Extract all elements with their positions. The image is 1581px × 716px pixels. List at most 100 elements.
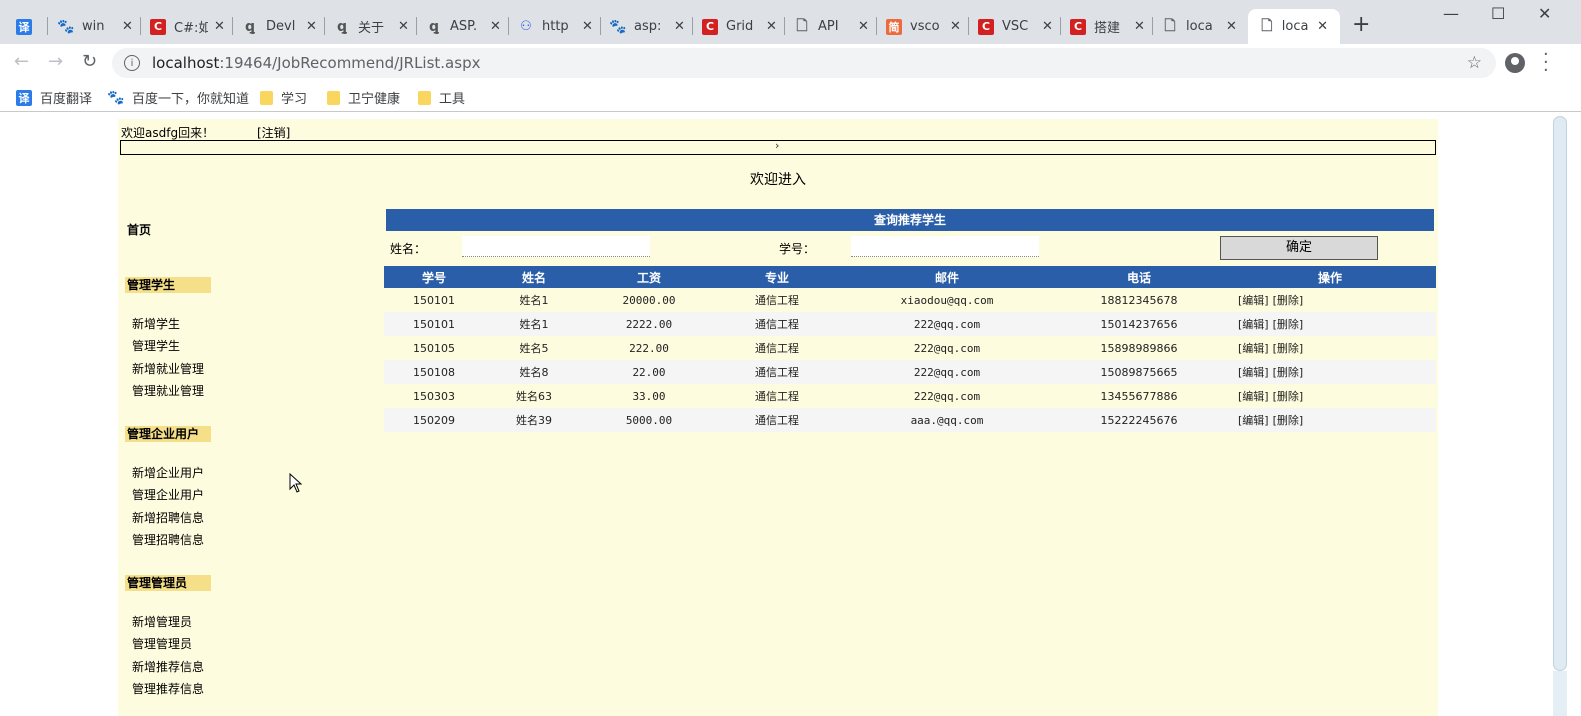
logout-link[interactable]: [注销] [257,124,290,141]
close-tab-icon[interactable]: ✕ [766,19,777,34]
cell-id: 150101 [384,288,484,312]
sidebar-item[interactable]: 管理推荐信息 [132,680,204,697]
account-icon[interactable] [1505,53,1525,73]
sidebar-item[interactable]: 新增学生 [132,315,180,332]
menu-kebab-icon[interactable]: · · · [1543,46,1549,80]
cell-email: 222@qq.com [840,312,1054,336]
edit-link[interactable]: [编辑] [1238,366,1269,379]
sidebar-item[interactable]: 管理招聘信息 [132,531,204,548]
page-container: 欢迎asdfg回来！ [注销] › 欢迎进入 首页 管理学生 新增学生 管理学生 新增… [118,119,1438,716]
forward-button[interactable]: → [48,51,63,72]
browser-tab[interactable]: 简 vsco ✕ [886,9,969,44]
site-info-icon[interactable]: i [124,55,140,71]
maximize-button[interactable]: ☐ [1491,4,1505,23]
edit-link[interactable]: [编辑] [1238,294,1269,307]
browser-tab[interactable]: ꝗ Devl ✕ [242,9,325,44]
delete-link[interactable]: [删除] [1273,390,1304,403]
browser-tab[interactable]: C VSC ✕ [978,9,1061,44]
delete-link[interactable]: [删除] [1273,318,1304,331]
name-input[interactable] [462,236,650,257]
cell-actions: [编辑] [删除] [1224,336,1436,360]
address-bar[interactable]: i localhost:19464/JobRecommend/JRList.as… [112,48,1496,78]
tab-separator [47,17,48,35]
sidebar-item[interactable]: 管理管理员 [132,635,192,652]
collapse-bar[interactable]: › [120,139,1436,155]
sidebar-item[interactable]: 新增管理员 [132,613,192,630]
sidebar-group-title: 管理管理员 [125,575,211,591]
bookmark-item[interactable]: 工具 [418,88,465,107]
delete-link[interactable]: [删除] [1273,366,1304,379]
cell-major: 通信工程 [714,312,840,336]
close-tab-icon[interactable]: ✕ [950,19,961,34]
close-tab-icon[interactable]: ✕ [1042,19,1053,34]
browser-tab[interactable]: 🐾 asp: ✕ [609,9,693,44]
bookmark-item[interactable]: 卫宁健康 [327,88,400,107]
delete-link[interactable]: [删除] [1273,342,1304,355]
vertical-scrollbar[interactable] [1553,116,1567,671]
new-tab-button[interactable]: + [1352,12,1370,37]
sidebar-item[interactable]: 管理就业管理 [132,382,204,399]
tab-separator [875,17,877,35]
delete-link[interactable]: [删除] [1273,414,1304,427]
reload-button[interactable]: ↻ [82,51,97,72]
sidebar-item[interactable]: 新增就业管理 [132,360,204,377]
close-tab-icon[interactable]: ✕ [858,19,869,34]
close-tab-icon[interactable]: ✕ [122,19,133,34]
cell-major: 通信工程 [714,408,840,432]
student-id-input[interactable] [851,236,1039,257]
browser-tab[interactable]: ꝗ ASP. ✕ [426,9,509,44]
browser-tab[interactable]: 🗋 API ✕ [794,9,877,44]
sidebar-item[interactable]: 新增推荐信息 [132,658,204,675]
edit-link[interactable]: [编辑] [1238,342,1269,355]
bookmark-item[interactable]: 译百度翻译 [16,88,92,107]
delete-link[interactable]: [删除] [1273,294,1304,307]
sidebar-item[interactable]: 管理企业用户 [132,486,204,503]
submit-button[interactable]: 确定 [1220,236,1378,260]
close-tab-icon[interactable]: ✕ [398,19,409,34]
browser-tab[interactable]: 🐾 win ✕ [57,9,141,44]
cell-email: 222@qq.com [840,360,1054,384]
browser-tab[interactable]: C 搭建 ✕ [1070,9,1153,44]
scrollbar-track[interactable] [1553,671,1567,716]
browser-tab[interactable]: ꝗ 关于 ✕ [334,9,417,44]
close-tab-icon[interactable]: ✕ [490,19,501,34]
edit-link[interactable]: [编辑] [1238,318,1269,331]
cell-name: 姓名63 [484,384,584,408]
close-tab-icon[interactable]: ✕ [1134,19,1145,34]
browser-tab[interactable]: C C#:如 ✕ [150,9,233,44]
browser-tab[interactable]: 🗋 loca ✕ [1248,9,1340,44]
cell-name: 姓名1 [484,312,584,336]
url-text[interactable]: localhost:19464/JobRecommend/JRList.aspx [152,54,480,72]
minimize-button[interactable]: — [1443,4,1459,23]
close-tab-icon[interactable]: ✕ [582,19,593,34]
sidebar-item[interactable]: 新增企业用户 [132,464,204,481]
sidebar-home-link[interactable]: 首页 [127,221,151,238]
close-tab-icon[interactable]: ✕ [214,19,225,34]
bookmark-item[interactable]: 学习 [260,88,307,107]
sidebar-item[interactable]: 管理学生 [132,337,180,354]
close-tab-icon[interactable]: ✕ [674,19,685,34]
close-tab-icon[interactable]: ✕ [1317,19,1328,34]
cell-phone: 15089875665 [1054,360,1224,384]
tab-title: asp: [634,19,662,34]
edit-link[interactable]: [编辑] [1238,390,1269,403]
browser-tab[interactable]: 🗋 loca ✕ [1162,9,1237,44]
edit-link[interactable]: [编辑] [1238,414,1269,427]
cell-salary: 2222.00 [584,312,714,336]
table-row: 150108 姓名8 22.00 通信工程 222@qq.com 15089875665[… [384,360,1436,384]
close-window-button[interactable]: ✕ [1538,4,1551,23]
tab-separator [1059,17,1061,35]
close-tab-icon[interactable]: ✕ [1226,19,1237,34]
cell-salary: 20000.00 [584,288,714,312]
browser-tab[interactable]: C Grid ✕ [702,9,785,44]
bookmark-item[interactable]: 🐾 百度一下，你就知道 [107,88,249,108]
bookmark-star-icon[interactable]: ☆ [1467,53,1482,73]
close-tab-icon[interactable]: ✕ [306,19,317,34]
cell-actions: [编辑] [删除] [1224,360,1436,384]
sidebar-item[interactable]: 新增招聘信息 [132,509,204,526]
browser-tab[interactable]: ⚇ http ✕ [518,9,601,44]
back-button[interactable]: ← [14,51,29,72]
cell-id: 150108 [384,360,484,384]
student-id-label: 学号： [779,242,816,256]
browser-tab[interactable]: 译 [16,9,48,44]
